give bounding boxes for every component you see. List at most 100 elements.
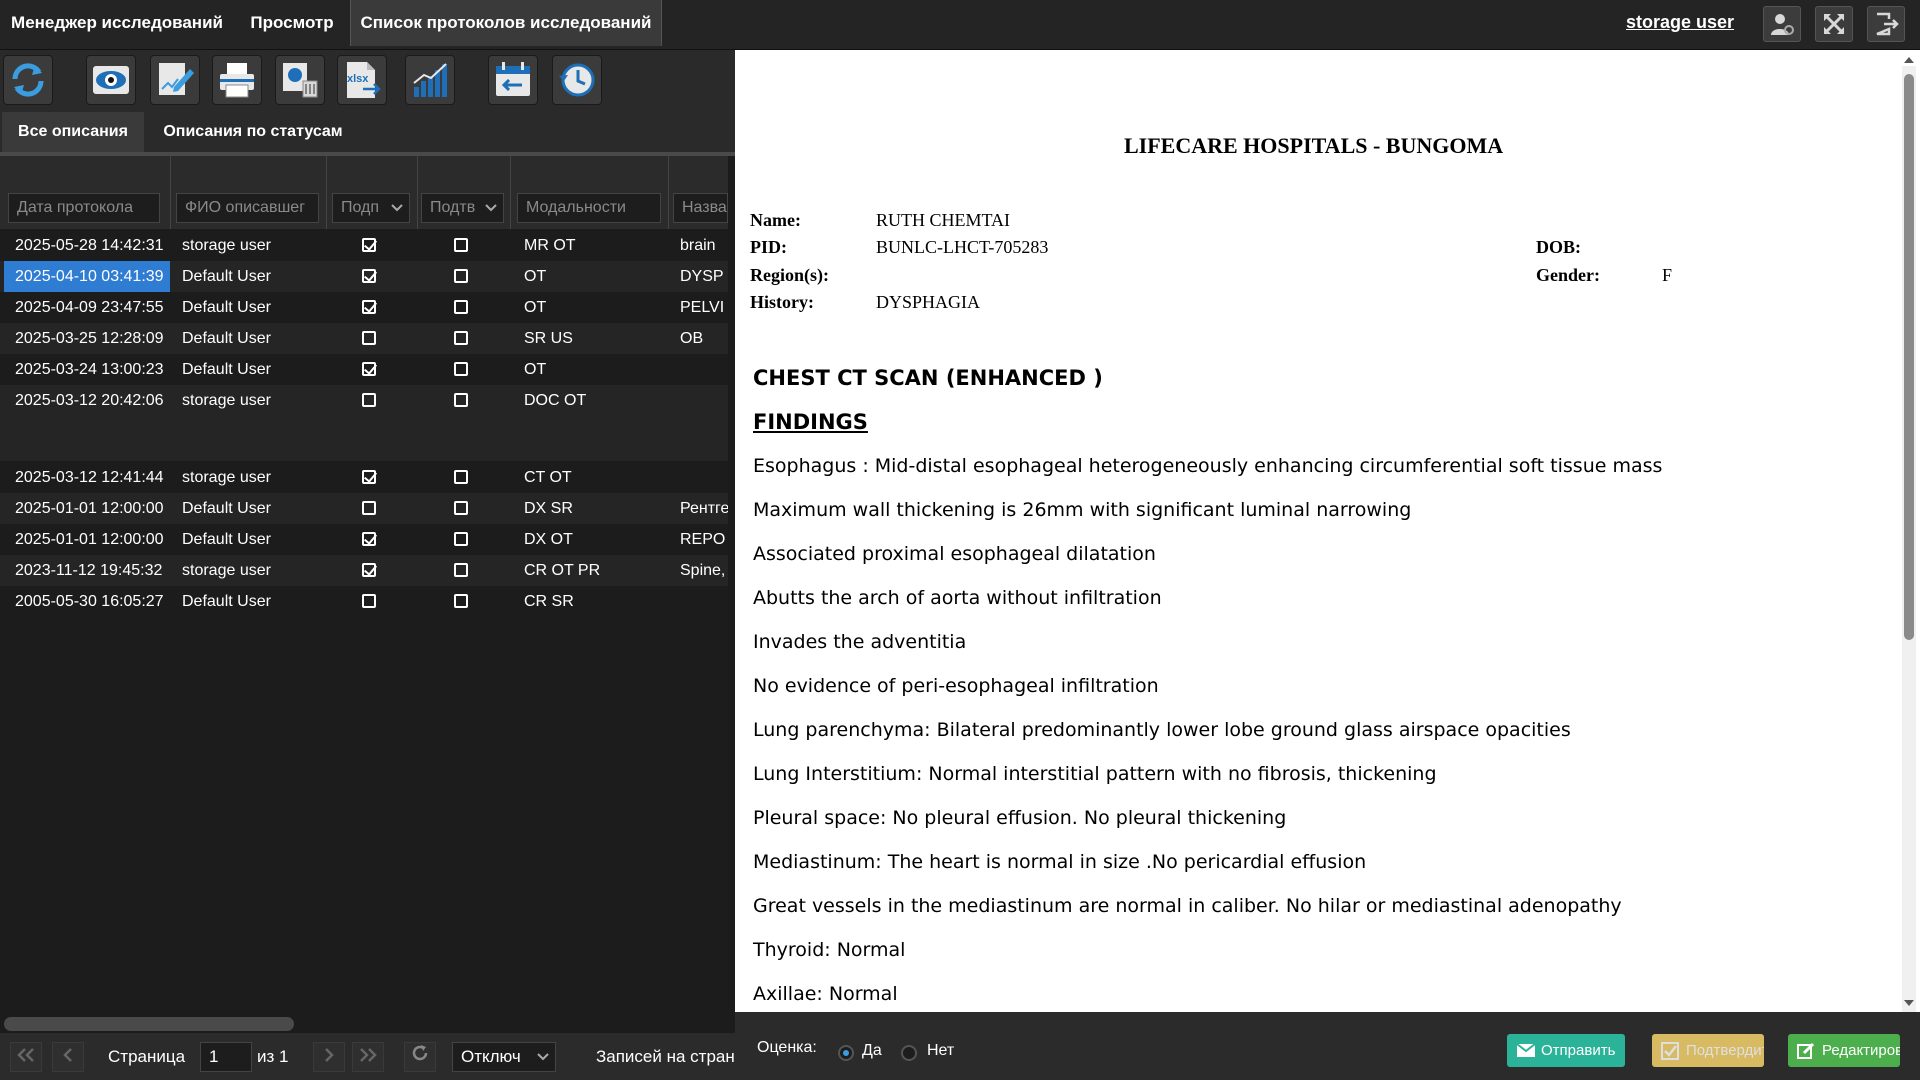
tab-all-reports[interactable]: Все описания [2, 112, 144, 152]
next-page-button[interactable] [313, 1042, 345, 1072]
row-modality: DX SR [524, 500, 573, 517]
row-confirmed-checkbox[interactable] [454, 300, 468, 314]
patient-history: DYSPHAGIA [876, 292, 981, 312]
row-signed-checkbox[interactable] [362, 563, 376, 577]
rating-yes-label: Да [862, 1042, 882, 1059]
row-signed-checkbox[interactable] [362, 331, 376, 345]
table-row[interactable]: 2025-03-12 12:41:44 storage user CT OT [0, 462, 728, 493]
row-author: storage user [182, 237, 271, 254]
auto-refresh-select[interactable]: Отключ [452, 1042, 556, 1072]
table-row[interactable]: 2005-05-30 16:05:27 Default User CR SR [0, 586, 728, 617]
row-signed-checkbox[interactable] [362, 532, 376, 546]
logout-button[interactable] [1867, 6, 1905, 42]
row-signed-checkbox[interactable] [362, 393, 376, 407]
row-modality: DOC OT [524, 392, 587, 409]
row-title [680, 586, 728, 617]
row-confirmed-checkbox[interactable] [454, 501, 468, 515]
prev-page-button[interactable] [52, 1042, 84, 1072]
row-confirmed-checkbox[interactable] [454, 594, 468, 608]
row-modality: DX OT [524, 531, 573, 548]
filter-title-input[interactable]: Назва [673, 193, 728, 223]
first-page-button[interactable] [10, 1042, 42, 1072]
finding-line: Thyroid: Normal [753, 939, 906, 961]
sign-report-button[interactable] [150, 55, 200, 105]
print-button[interactable] [212, 55, 262, 105]
pagination-bar: Страница 1 из 1 Отключ Записей на стран [0, 1033, 735, 1080]
top-navigation-bar: Менеджер исследований Просмотр Список пр… [0, 0, 1920, 50]
row-modality: CT OT [524, 469, 572, 486]
row-signed-checkbox[interactable] [362, 300, 376, 314]
filter-author-input[interactable]: ФИО описавшег [176, 193, 319, 223]
row-date: 2025-04-10 03:41:39 [4, 261, 170, 292]
refresh-button[interactable] [3, 55, 53, 105]
table-row[interactable]: 2025-01-01 12:00:00 Default User DX SR Р… [0, 493, 728, 524]
row-signed-checkbox[interactable] [362, 362, 376, 376]
row-confirmed-checkbox[interactable] [454, 269, 468, 283]
finding-line: Pleural space: No pleural effusion. No p… [753, 807, 1287, 829]
history-clock-icon [559, 63, 595, 97]
table-row[interactable]: 2023-11-12 19:45:32 storage user CR OT P… [0, 555, 728, 586]
row-author: Default User [182, 593, 271, 610]
user-settings-button[interactable] [1763, 6, 1801, 42]
export-xlsx-button[interactable]: xlsx [337, 55, 387, 105]
vertical-scrollbar-thumb[interactable] [1904, 74, 1914, 640]
row-confirmed-checkbox[interactable] [454, 331, 468, 345]
tab-study-manager[interactable]: Менеджер исследований [0, 0, 234, 46]
table-row[interactable]: 2025-05-28 14:42:31 storage user MR OT b… [0, 230, 728, 261]
row-signed-checkbox[interactable] [362, 470, 376, 484]
table-row[interactable]: 2025-03-12 20:42:06 storage user DOC OT [0, 385, 728, 461]
row-confirmed-checkbox[interactable] [454, 563, 468, 577]
row-confirmed-checkbox[interactable] [454, 532, 468, 546]
current-user-link[interactable]: storage user [1626, 0, 1734, 46]
statistics-button[interactable] [405, 55, 455, 105]
row-signed-checkbox[interactable] [362, 501, 376, 515]
last-page-button[interactable] [352, 1042, 384, 1072]
edit-button[interactable]: Редактировать [1788, 1034, 1900, 1067]
scroll-down-arrow-icon[interactable] [1903, 998, 1915, 1008]
row-signed-checkbox[interactable] [362, 269, 376, 283]
history-button[interactable] [552, 55, 602, 105]
tab-report-list[interactable]: Список протоколов исследований [350, 0, 662, 46]
chevron-left-icon [63, 1048, 72, 1062]
view-report-button[interactable] [86, 55, 136, 105]
row-title: OB [680, 330, 704, 347]
rating-label: Оценка: [757, 1039, 817, 1056]
table-row[interactable]: 2025-04-09 23:47:55 Default User OT PELV… [0, 292, 728, 323]
refresh-icon [12, 63, 44, 97]
send-button[interactable]: Отправить [1507, 1034, 1625, 1067]
row-signed-checkbox[interactable] [362, 594, 376, 608]
row-date: 2025-03-24 13:00:23 [15, 361, 164, 378]
row-date: 2025-04-09 23:47:55 [15, 299, 164, 316]
filter-confirmed-select[interactable]: Подтв [421, 193, 504, 223]
rating-no-radio[interactable] [901, 1045, 917, 1061]
row-signed-checkbox[interactable] [362, 238, 376, 252]
rating-yes-radio[interactable] [838, 1045, 854, 1061]
row-confirmed-checkbox[interactable] [454, 393, 468, 407]
table-row[interactable]: 2025-01-01 12:00:00 Default User DX OT R… [0, 524, 728, 555]
delete-report-button[interactable] [275, 55, 325, 105]
table-row[interactable]: 2025-03-25 12:28:09 Default User SR US O… [0, 323, 728, 354]
reload-button[interactable] [404, 1042, 436, 1072]
page-number-input[interactable]: 1 [200, 1042, 252, 1072]
table-row[interactable]: 2025-03-24 13:00:23 Default User OT [0, 354, 728, 385]
row-title [680, 385, 728, 416]
filter-date-input[interactable]: Дата протокола [8, 193, 160, 223]
page-label: Страница [108, 1047, 186, 1066]
table-row[interactable]: 2025-04-10 03:41:39 Default User OT DYSP [0, 261, 728, 292]
patient-gender: F [1662, 265, 1673, 285]
tab-viewer[interactable]: Просмотр [234, 0, 350, 46]
filter-signed-select[interactable]: Подп [332, 193, 410, 223]
edit-pencil-icon [1797, 1042, 1815, 1059]
row-confirmed-checkbox[interactable] [454, 470, 468, 484]
logout-icon [1876, 12, 1899, 36]
fullscreen-button[interactable] [1815, 6, 1853, 42]
row-confirmed-checkbox[interactable] [454, 238, 468, 252]
filter-modality-input[interactable]: Модальности [517, 193, 661, 223]
scroll-up-arrow-icon[interactable] [1903, 55, 1915, 65]
confirm-button[interactable]: Подтвердить [1652, 1034, 1764, 1067]
horizontal-scrollbar[interactable] [4, 1017, 294, 1031]
report-toolbar: xlsx [0, 50, 735, 112]
date-range-button[interactable] [488, 55, 538, 105]
row-confirmed-checkbox[interactable] [454, 362, 468, 376]
tab-reports-by-status[interactable]: Описания по статусам [148, 112, 358, 152]
